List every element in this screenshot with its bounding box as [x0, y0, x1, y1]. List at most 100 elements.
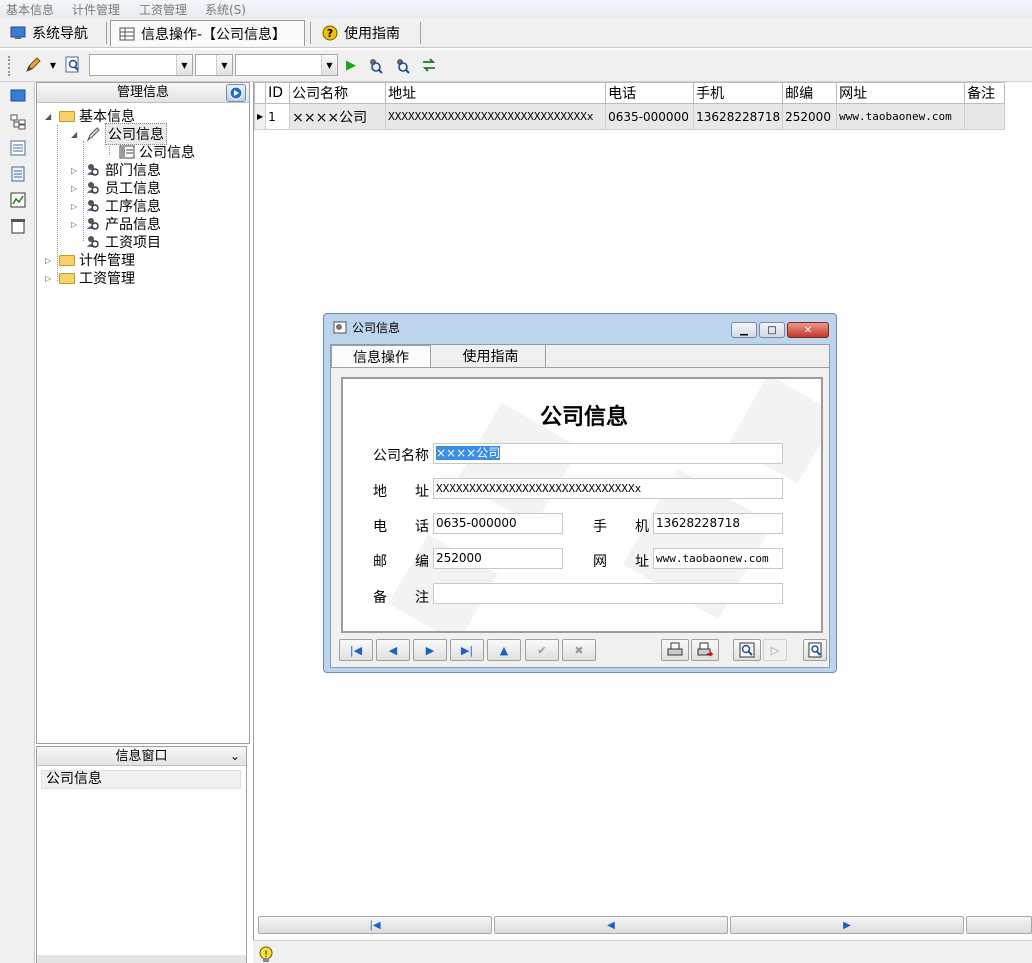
collapsed-icon[interactable]: ▷ — [45, 274, 55, 283]
collapsed-icon[interactable]: ▷ — [71, 184, 81, 193]
prior-record-button[interactable]: ◀ — [376, 639, 410, 661]
next-record-button[interactable]: ▶ — [413, 639, 447, 661]
tab-system-nav[interactable]: 系统导航 — [2, 20, 102, 46]
post-button[interactable]: ✔ — [525, 639, 559, 661]
tab-info-operation[interactable]: 信息操作-【公司信息】 — [110, 20, 305, 46]
toolbar-grip[interactable] — [8, 56, 12, 76]
edit-up-button[interactable]: ▲ — [487, 639, 521, 661]
chevron-down-icon[interactable]: ▼ — [48, 56, 58, 74]
tree-node-company-info[interactable]: ◢ 公司信息 — [71, 123, 167, 145]
cell-name[interactable]: ××××公司 — [289, 103, 387, 130]
tree-node-company-info-form[interactable]: 公司信息 — [119, 143, 195, 161]
pencil-icon[interactable] — [24, 56, 42, 74]
minimize-button[interactable]: ▁ — [731, 322, 757, 338]
find-user-next-icon[interactable] — [393, 56, 411, 74]
company-name-field[interactable]: ××××公司 — [433, 443, 783, 464]
cell-note[interactable] — [964, 103, 1006, 130]
url-field[interactable]: www.taobaonew.com — [653, 548, 783, 569]
menu-basic-info[interactable]: 基本信息 — [6, 1, 54, 18]
collapsed-icon[interactable]: ▷ — [71, 166, 81, 175]
address-field[interactable]: XXXXXXXXXXXXXXXXXXXXXXXXXXXXXXx — [433, 478, 783, 499]
last-record-button[interactable] — [966, 916, 1032, 934]
expanded-icon[interactable]: ◢ — [45, 112, 55, 121]
tree-node-product[interactable]: ▷ 产品信息 — [71, 215, 161, 233]
value-combo[interactable]: ▼ — [235, 54, 338, 76]
collapsed-icon[interactable]: ▷ — [71, 220, 81, 229]
tree-node-piecework[interactable]: ▷ 计件管理 — [45, 251, 135, 269]
search-page-icon[interactable] — [64, 56, 82, 74]
close-button[interactable]: ✕ — [787, 322, 829, 338]
collapsed-icon[interactable]: ▷ — [45, 256, 55, 265]
report-icon[interactable] — [10, 218, 26, 234]
mobile-field[interactable]: 13628228718 — [653, 513, 783, 534]
column-header-zip[interactable]: 邮编 — [782, 82, 838, 104]
dialog-tab-info-operation[interactable]: 信息操作 — [331, 345, 431, 367]
phone-field[interactable]: 0635-000000 — [433, 513, 563, 534]
zoom-button[interactable] — [803, 639, 827, 661]
menu-piecework[interactable]: 计件管理 — [72, 1, 120, 18]
zip-field[interactable]: 252000 — [433, 548, 563, 569]
find-user-icon[interactable] — [366, 56, 384, 74]
print-button[interactable] — [661, 639, 689, 661]
form-area: 公司信息 公司名称 ××××公司 地 址 XXXXXXXXXXXXXXXXXXX… — [341, 377, 823, 633]
chevron-down-icon: ▼ — [176, 55, 192, 75]
column-header-name[interactable]: 公司名称 — [289, 82, 387, 104]
tab-user-guide[interactable]: ? 使用指南 — [314, 20, 418, 46]
field-combo[interactable]: ▼ — [89, 54, 193, 76]
org-chart-icon[interactable] — [10, 114, 26, 130]
expanded-icon[interactable]: ◢ — [71, 130, 81, 139]
tree-node-wage-item[interactable]: 工资项目 — [85, 233, 161, 251]
tree-node-department[interactable]: ▷ 部门信息 — [71, 161, 161, 179]
column-header-phone[interactable]: 电话 — [605, 82, 695, 104]
operator-combo[interactable]: ▼ — [195, 54, 233, 76]
maximize-button[interactable]: □ — [759, 322, 785, 338]
info-window-item[interactable]: 公司信息 — [41, 770, 241, 789]
play-icon[interactable]: ▶ — [342, 56, 360, 74]
cell-url[interactable]: www.taobaonew.com — [836, 103, 966, 130]
note-field[interactable] — [433, 583, 783, 604]
next-record-button[interactable]: ▶ — [730, 916, 964, 934]
info-window-title: 信息窗口 — [115, 749, 168, 764]
last-record-button[interactable]: ▶| — [450, 639, 484, 661]
user-search-icon — [87, 200, 99, 212]
tree-node-process[interactable]: ▷ 工序信息 — [71, 197, 161, 215]
monitor-icon[interactable] — [10, 88, 26, 104]
column-header-note[interactable]: 备注 — [964, 82, 1006, 104]
info-window-header[interactable]: 信息窗口 ⌄ — [37, 747, 246, 766]
preview-button[interactable] — [733, 639, 761, 661]
double-chevron-down-icon[interactable]: ⌄ — [230, 747, 240, 766]
cell-address[interactable]: XXXXXXXXXXXXXXXXXXXXXXXXXXXXXXx — [385, 103, 607, 130]
cell-zip[interactable]: 252000 — [782, 103, 838, 130]
play-button[interactable]: ▷ — [763, 639, 787, 661]
column-header-url[interactable]: 网址 — [836, 82, 966, 104]
menu-system[interactable]: 系统(S) — [205, 1, 246, 18]
status-bar: ! — [253, 940, 1032, 963]
menu-wage[interactable]: 工资管理 — [139, 1, 187, 18]
app-icon — [333, 321, 347, 334]
column-header-id[interactable]: ID — [265, 82, 291, 104]
collapsed-panel-strip[interactable] — [37, 955, 246, 963]
cell-id[interactable]: 1 — [265, 103, 291, 130]
list-icon[interactable] — [10, 140, 26, 156]
print-preview-button[interactable] — [691, 639, 719, 661]
prior-record-button[interactable]: ◀ — [494, 916, 728, 934]
refresh-filter-icon[interactable] — [420, 56, 438, 74]
collapsed-icon[interactable]: ▷ — [71, 202, 81, 211]
svg-text:!: ! — [264, 950, 268, 960]
table-row[interactable]: ▶ 1 ××××公司 XXXXXXXXXXXXXXXXXXXXXXXXXXXXX… — [253, 103, 1006, 130]
cancel-button[interactable]: ✖ — [562, 639, 596, 661]
first-record-button[interactable]: |◀ — [258, 916, 492, 934]
cell-phone[interactable]: 0635-000000 — [605, 103, 695, 130]
document-icon[interactable] — [10, 166, 26, 182]
tree-node-employee[interactable]: ▷ 员工信息 — [71, 179, 161, 197]
chart-icon[interactable] — [10, 192, 26, 208]
chevron-down-icon: ▼ — [321, 55, 337, 75]
column-header-address[interactable]: 地址 — [385, 82, 607, 104]
tree-node-wage-management[interactable]: ▷ 工资管理 — [45, 269, 135, 287]
column-header-mobile[interactable]: 手机 — [693, 82, 784, 104]
dialog-tab-user-guide[interactable]: 使用指南 — [436, 345, 546, 367]
collapse-panel-button[interactable] — [226, 84, 246, 102]
cell-mobile[interactable]: 13628228718 — [693, 103, 784, 130]
label-company-name: 公司名称 — [373, 448, 429, 464]
first-record-button[interactable]: |◀ — [339, 639, 373, 661]
